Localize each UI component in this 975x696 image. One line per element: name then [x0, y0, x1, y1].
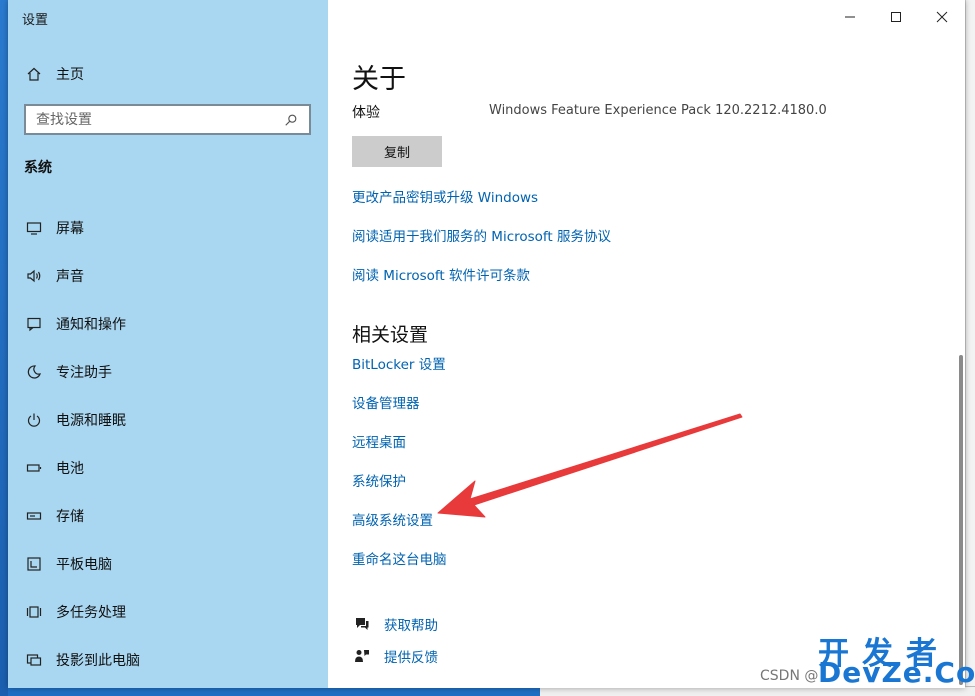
sidebar-item-focus-assist[interactable]: 专注助手 [22, 348, 322, 396]
sidebar: 设置 主页 系统 屏幕 声音 通知和操作 [8, 0, 328, 688]
search-box[interactable] [24, 104, 311, 135]
csdn-watermark: CSDN @ [760, 668, 819, 684]
scrollbar[interactable] [959, 355, 963, 685]
sidebar-item-label: 多任务处理 [56, 605, 126, 621]
change-product-key-link[interactable]: 更改产品密钥或升级 Windows [352, 186, 538, 206]
search-input[interactable] [36, 111, 276, 128]
sidebar-item-label: 声音 [56, 269, 84, 285]
experience-label: 体验 [352, 105, 380, 121]
sidebar-item-label: 屏幕 [56, 221, 84, 237]
help-chat-icon [352, 614, 372, 634]
sidebar-item-tablet[interactable]: 平板电脑 [22, 540, 322, 588]
maximize-button[interactable] [873, 0, 919, 34]
services-agreement-link[interactable]: 阅读适用于我们服务的 Microsoft 服务协议 [352, 225, 611, 245]
sidebar-item-sound[interactable]: 声音 [22, 252, 322, 300]
annotation-arrow-shape [437, 413, 743, 518]
remote-desktop-link[interactable]: 远程桌面 [352, 431, 406, 451]
settings-window: 设置 主页 系统 屏幕 声音 通知和操作 [8, 0, 965, 688]
storage-icon [24, 506, 44, 526]
feedback-row[interactable]: 提供反馈 [352, 646, 438, 666]
sidebar-home[interactable]: 主页 [24, 62, 84, 86]
speaker-icon [24, 266, 44, 286]
sidebar-item-notifications[interactable]: 通知和操作 [22, 300, 322, 348]
sidebar-item-label: 通知和操作 [56, 317, 126, 333]
sidebar-item-battery[interactable]: 电池 [22, 444, 322, 492]
background-window-right [965, 0, 975, 696]
sidebar-item-storage[interactable]: 存储 [22, 492, 322, 540]
window-title: 设置 [22, 13, 49, 28]
sidebar-item-power[interactable]: 电源和睡眠 [22, 396, 322, 444]
feedback-icon [352, 646, 372, 666]
sidebar-home-label: 主页 [56, 67, 84, 83]
device-manager-link[interactable]: 设备管理器 [352, 392, 420, 412]
sidebar-item-label: 投影到此电脑 [56, 653, 140, 669]
sidebar-item-label: 电池 [56, 461, 84, 477]
get-help-row[interactable]: 获取帮助 [352, 614, 438, 634]
sidebar-item-label: 存储 [56, 509, 84, 525]
sidebar-item-display[interactable]: 屏幕 [22, 204, 322, 252]
monitor-icon [24, 218, 44, 238]
content-pane: 关于 体验 Windows Feature Experience Pack 12… [328, 0, 965, 688]
minimize-button[interactable] [827, 0, 873, 34]
get-help-link[interactable]: 获取帮助 [384, 614, 438, 634]
page-title: 关于 [352, 64, 406, 95]
close-icon [932, 7, 952, 27]
tablet-icon [24, 554, 44, 574]
search-icon[interactable] [281, 110, 301, 130]
watermark-domain: DevZe.CoM [818, 656, 975, 689]
bitlocker-settings-link[interactable]: BitLocker 设置 [352, 353, 446, 373]
experience-value: Windows Feature Experience Pack 120.2212… [489, 103, 827, 118]
close-button[interactable] [919, 0, 965, 34]
copy-button[interactable]: 复制 [352, 136, 442, 167]
system-protection-link[interactable]: 系统保护 [352, 470, 406, 490]
battery-icon [24, 458, 44, 478]
moon-icon [24, 362, 44, 382]
sidebar-section-system: 系统 [24, 160, 52, 176]
sidebar-item-label: 电源和睡眠 [56, 413, 126, 429]
minimize-icon [840, 7, 860, 27]
rename-pc-link[interactable]: 重命名这台电脑 [352, 548, 447, 568]
feedback-link[interactable]: 提供反馈 [384, 646, 438, 666]
home-icon [24, 64, 44, 84]
sidebar-item-multitasking[interactable]: 多任务处理 [22, 588, 322, 636]
window-controls [827, 0, 965, 34]
license-terms-link[interactable]: 阅读 Microsoft 软件许可条款 [352, 264, 530, 284]
notification-icon [24, 314, 44, 334]
annotation-arrow [437, 413, 743, 518]
related-settings-title: 相关设置 [352, 324, 429, 346]
sidebar-item-label: 平板电脑 [56, 557, 112, 573]
desktop-background-left [0, 0, 8, 696]
power-icon [24, 410, 44, 430]
advanced-system-settings-link[interactable]: 高级系统设置 [352, 509, 433, 529]
maximize-icon [886, 7, 906, 27]
sidebar-item-project[interactable]: 投影到此电脑 [22, 636, 322, 684]
project-icon [24, 650, 44, 670]
sidebar-item-label: 专注助手 [56, 365, 112, 381]
sidebar-nav: 屏幕 声音 通知和操作 专注助手 电源和睡眠 电池 存储 平板电脑 多任务处理 … [22, 204, 322, 684]
multitask-icon [24, 602, 44, 622]
